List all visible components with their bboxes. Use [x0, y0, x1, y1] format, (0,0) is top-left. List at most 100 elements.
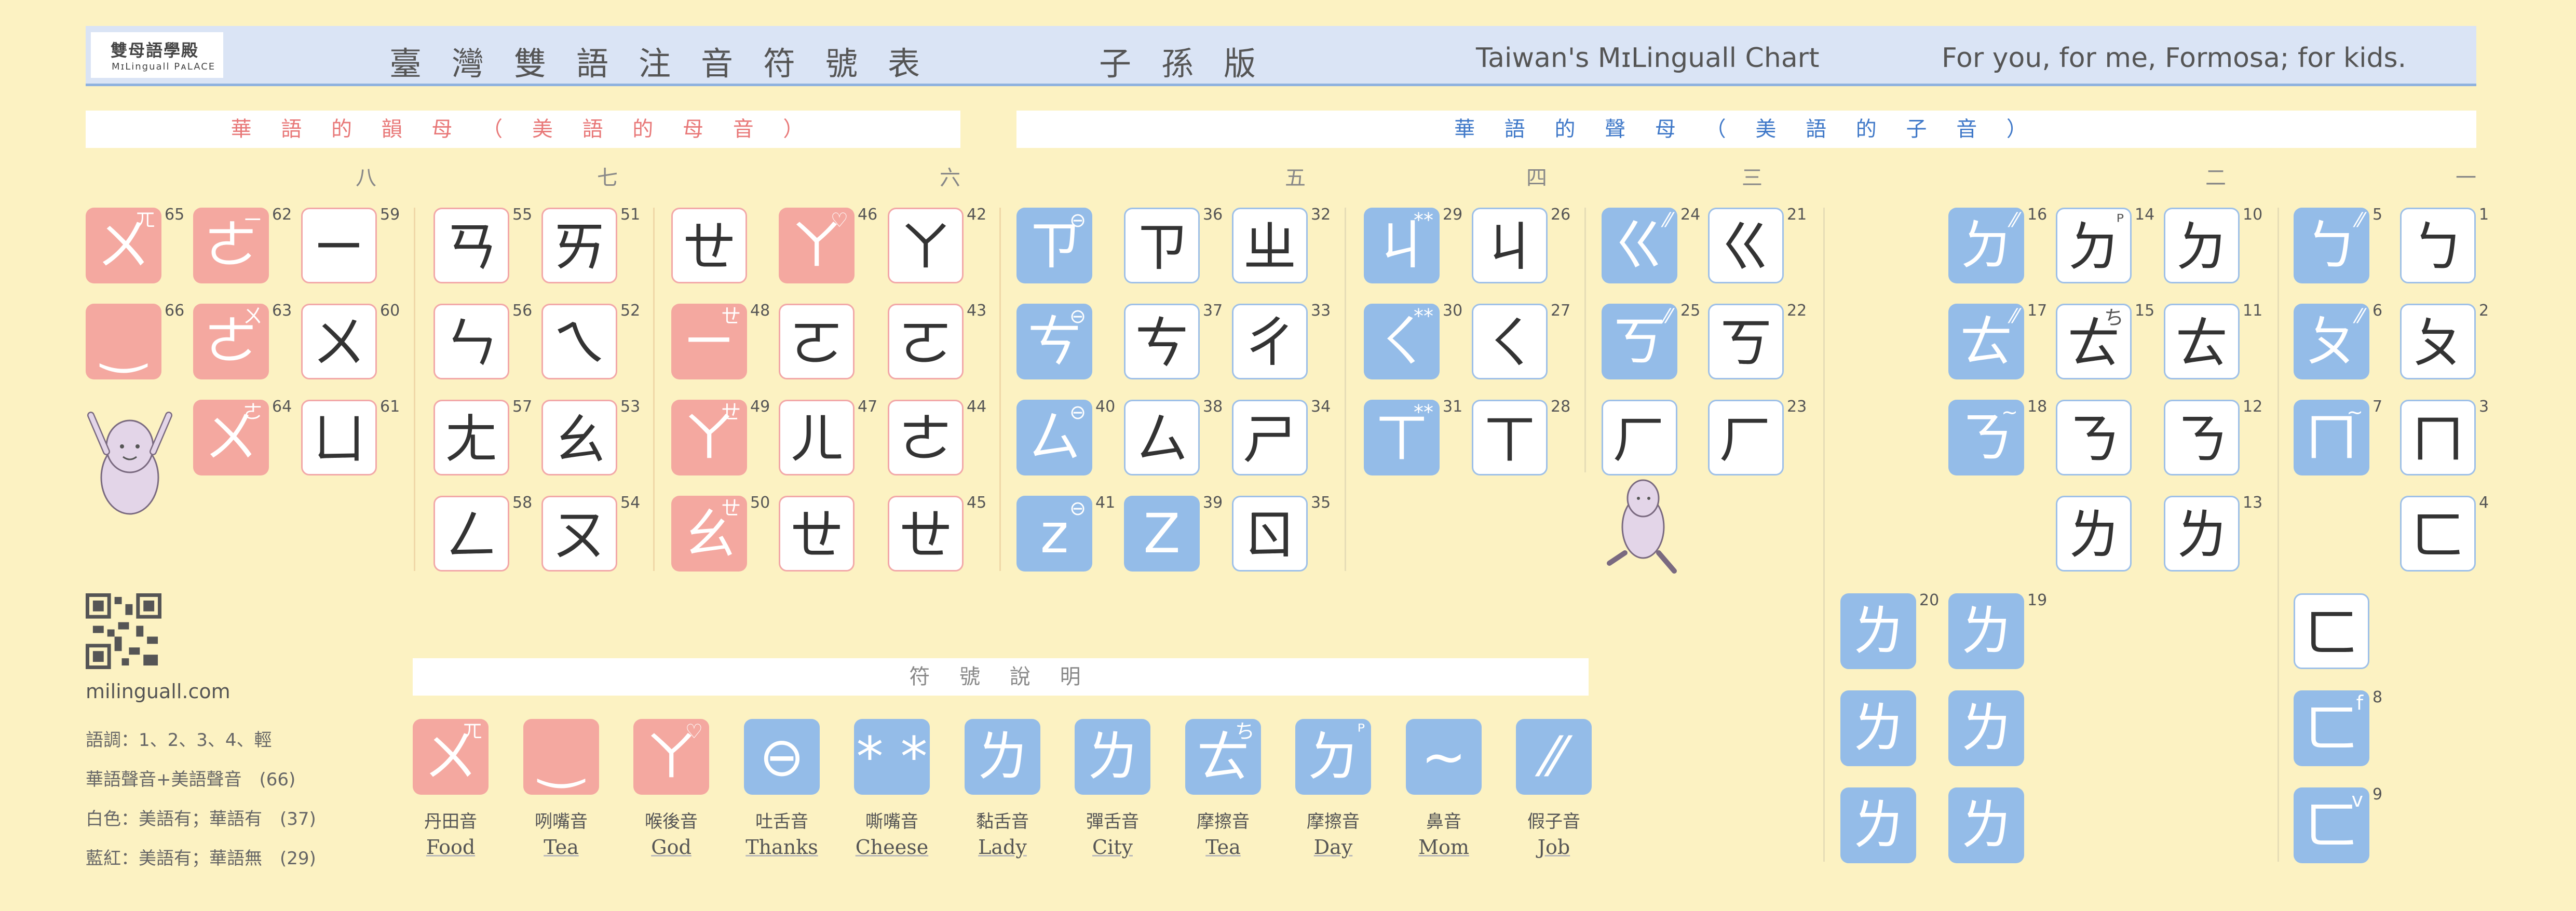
legend-tile: ⁄⁄ [1516, 719, 1592, 795]
legend-label-en: City [1092, 836, 1133, 859]
symbol-glyph: ㄞ [552, 215, 606, 279]
symbol-number: 10 [2243, 206, 2263, 224]
symbol-tile: ㄕ [1232, 400, 1308, 475]
website-link[interactable]: milinguall.com [86, 680, 231, 703]
symbol-number: 48 [750, 302, 770, 320]
symbol-number: 39 [1203, 494, 1223, 512]
legend-label-cn: 黏舌音 [976, 811, 1029, 832]
legend-tile: ㄨㄫ [413, 719, 489, 795]
tone-note: 語調：1、2、3、4、輕 [86, 730, 272, 751]
symbol-glyph: ㄡ [552, 504, 606, 567]
symbol-tile: ㄈ [2400, 496, 2476, 572]
symbol-number: 11 [2243, 302, 2263, 320]
symbol-number: 53 [620, 398, 641, 416]
symbol-number: 64 [272, 398, 292, 416]
symbol-number: 31 [1443, 398, 1463, 416]
symbol-glyph: ㄝ [789, 504, 844, 567]
symbol-number: 47 [858, 398, 878, 416]
legend-tile: ~ [1406, 719, 1482, 795]
symbol-number: 66 [165, 302, 185, 320]
symbol-glyph: ㄥ [444, 504, 498, 567]
symbol-tile: ㄏ [1708, 400, 1784, 475]
symbol-glyph: ㄌ [2066, 504, 2121, 567]
symbol-glyph: ㄋ [2174, 407, 2229, 471]
symbol-tile: ㄤ [433, 400, 509, 475]
symbol-glyph: ㄌ [1959, 794, 2013, 857]
symbol-number: 42 [967, 206, 987, 224]
header-bar: 雙母語學殿 MɪLinguall PᴀLACE 臺灣雙語注音符號表 子孫版 Ta… [86, 26, 2476, 86]
group-divider [1823, 208, 1825, 862]
symbol-tile: ㄥ [433, 496, 509, 572]
symbol-tile: ㄌ [1840, 787, 1916, 863]
legend-label-en: Day [1313, 836, 1353, 859]
legend-label-en: Job [1537, 836, 1570, 859]
symbol-tile: ㄜㄧ [193, 208, 269, 283]
group-divider [1584, 208, 1586, 472]
group-divider [1345, 208, 1346, 571]
legend-tile: ㄉᴾ [1295, 719, 1371, 795]
symbol-tile: ㄈ [2294, 593, 2369, 669]
symbol-tile: ㄩ [301, 400, 377, 475]
symbol-tile: ㄋ [2164, 400, 2240, 475]
legend-label-cn: 摩擦音 [1307, 811, 1360, 832]
symbol-number: 40 [1095, 398, 1116, 416]
symbol-number: 35 [1311, 494, 1331, 512]
symbol-number: 21 [1787, 206, 1807, 224]
symbol-glyph: ㄓ [1242, 215, 1297, 279]
symbol-glyph: ㄇ [2410, 407, 2465, 471]
symbol-tile: ㄋ [2056, 400, 2132, 475]
symbol-glyph: ㄉ [2174, 215, 2229, 279]
symbol-glyph: ‿ [539, 725, 583, 788]
group-divider [999, 208, 1001, 571]
symbol-tile: ㄗ ⊖ [1016, 208, 1092, 283]
symbol-tile: ㄚ ♡ [779, 208, 855, 283]
symbol-tile: ㄉᴾ [2056, 208, 2132, 283]
symbol-glyph: ㄌ [1959, 697, 2013, 760]
symbol-glyph: ~ [1421, 725, 1467, 788]
symbol-tile: ㄈf [2294, 690, 2369, 766]
symbol-tile: ㄋ ~ [1948, 400, 2024, 475]
symbol-tile: ㄌ [1840, 593, 1916, 669]
symbol-tile: ㄜ [888, 400, 964, 475]
symbol-glyph: ㄏ [1718, 407, 1773, 471]
logo-main-text: 雙母語學殿 [111, 40, 199, 60]
symbol-number: 16 [2027, 206, 2048, 224]
group-divider [2277, 208, 2279, 862]
qr-code[interactable] [86, 593, 161, 669]
symbol-glyph: ㄔ [1242, 311, 1297, 375]
chart-title: 臺灣雙語注音符號表 [389, 45, 951, 83]
legend-section-bar: 符 號 說 明 [413, 658, 1589, 696]
symbol-number: 61 [380, 398, 400, 416]
column-number: 六 [940, 166, 960, 190]
symbol-tile: z ⊖ [1016, 496, 1092, 572]
symbol-number: 52 [620, 302, 641, 320]
symbol-glyph: ㄝ [898, 504, 953, 567]
symbol-number: 57 [512, 398, 533, 416]
symbol-tile: ㄖ [1232, 496, 1308, 572]
symbol-tile: ㄨ [301, 304, 377, 379]
legend-tile: ‿ [523, 719, 599, 795]
legend-label-cn: 吐舌音 [755, 811, 808, 832]
symbol-mark: ち [2104, 306, 2124, 329]
symbol-mark: ** [1414, 305, 1433, 328]
symbol-mark: ㄨ [242, 305, 263, 328]
symbol-number: 6 [2372, 302, 2383, 320]
symbol-tile: ㄎ ⁄⁄ [1602, 304, 1677, 379]
symbol-number: 1 [2479, 206, 2489, 224]
symbol-glyph: ㄌ [1851, 600, 1905, 663]
legend-label-cn: 彈舌音 [1086, 811, 1139, 832]
symbol-mark: ⊖ [1069, 401, 1086, 424]
symbol-glyph: ㄎ [1718, 311, 1773, 375]
symbol-number: 2 [2479, 302, 2489, 320]
symbol-number: 7 [2372, 398, 2383, 416]
symbol-glyph: ㄘ [1134, 311, 1189, 375]
symbol-tile: ㄉ ⁄⁄ [1948, 208, 2024, 283]
symbol-tile: ㄙ [1124, 400, 1200, 475]
symbol-tile: ㄟ [541, 304, 617, 379]
symbol-mark: ⁄⁄ [1664, 209, 1671, 232]
symbol-number: 50 [750, 494, 770, 512]
symbol-glyph: ㄟ [552, 311, 606, 375]
symbol-mark: ㄝ [721, 305, 741, 328]
symbol-mark: ⊖ [1069, 305, 1086, 328]
legend-tile: ㄚ ♡ [633, 719, 709, 795]
